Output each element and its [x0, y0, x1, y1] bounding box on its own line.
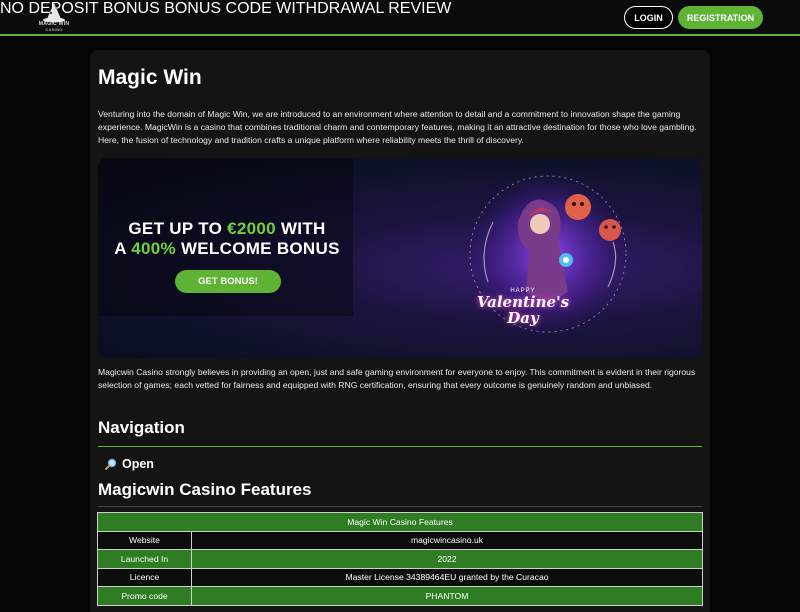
navigation-heading: Navigation: [98, 418, 185, 437]
table-cell-value: magicwincasino.uk: [191, 530, 703, 550]
fairness-paragraph: Magicwin Casino strongly believes in pro…: [98, 367, 696, 390]
magnifier-icon: [104, 458, 117, 470]
banner-percent: 400%: [131, 239, 176, 258]
table-cell-value: Master License 34389464EU granted by the…: [191, 567, 703, 587]
banner-amount: €2000: [227, 219, 276, 238]
divider: [98, 446, 702, 447]
logo-text: MAGIC WIN CASINO: [34, 22, 74, 33]
banner-headline-line1: GET UP TO €2000 WITH: [98, 219, 356, 239]
valentines-day-title: HAPPY Valentine's Day: [468, 288, 578, 326]
table-row: Website magicwincasino.uk: [97, 530, 703, 550]
nav-review[interactable]: REVIEW: [388, 0, 451, 17]
logo-text-line2: CASINO: [45, 27, 63, 32]
table-row: Promo code PHANTOM: [97, 586, 703, 606]
table-row: Launched In 2022: [97, 549, 703, 569]
nav-no-deposit-bonus[interactable]: NO DEPOSIT BONUS: [0, 0, 160, 17]
page-title: Magic Win: [98, 66, 202, 89]
banner-line2-pre: A: [114, 239, 132, 258]
table-cell-value: 2022: [191, 549, 703, 569]
table-cell-label: Launched In: [97, 549, 192, 569]
table-caption: Magic Win Casino Features: [97, 512, 703, 532]
table-cell-label: Licence: [97, 567, 192, 587]
banner-line2-post: WELCOME BONUS: [175, 239, 340, 258]
table-cell-label: Website: [97, 530, 192, 550]
intro-paragraph: Venturing into the domain of Magic Win, …: [98, 109, 697, 145]
open-navigation-toggle[interactable]: Open: [104, 457, 154, 471]
features-heading: Magicwin Casino Features: [98, 480, 312, 499]
get-bonus-button[interactable]: GET BONUS!: [175, 270, 281, 293]
valentine-title-line1: Valentine's: [476, 293, 570, 311]
table-cell-label: Promo code: [97, 586, 192, 606]
features-table: Magic Win Casino Features Website magicw…: [97, 512, 703, 606]
table-row: Licence Master License 34389464EU grante…: [97, 567, 703, 587]
welcome-bonus-banner[interactable]: GET UP TO €2000 WITH A 400% WELCOME BONU…: [98, 158, 702, 358]
nav-bonus-code[interactable]: BONUS CODE: [164, 0, 272, 17]
banner-headline-line2: A 400% WELCOME BONUS: [98, 239, 356, 259]
login-button[interactable]: LOGIN: [624, 6, 673, 29]
banner-line1-pre: GET UP TO: [128, 219, 228, 238]
open-label: Open: [122, 457, 154, 471]
divider: [98, 506, 702, 507]
valentine-title-line2: Day: [507, 309, 539, 327]
table-header-row: Magic Win Casino Features: [97, 512, 703, 532]
top-header: MAGIC WIN CASINO NO DEPOSIT BONUS BONUS …: [0, 0, 800, 36]
banner-line1-post: WITH: [275, 219, 326, 238]
table-cell-value: PHANTOM: [191, 586, 703, 606]
registration-button[interactable]: REGISTRATION: [678, 6, 763, 29]
nav-withdrawal[interactable]: WITHDRAWAL: [276, 0, 384, 17]
